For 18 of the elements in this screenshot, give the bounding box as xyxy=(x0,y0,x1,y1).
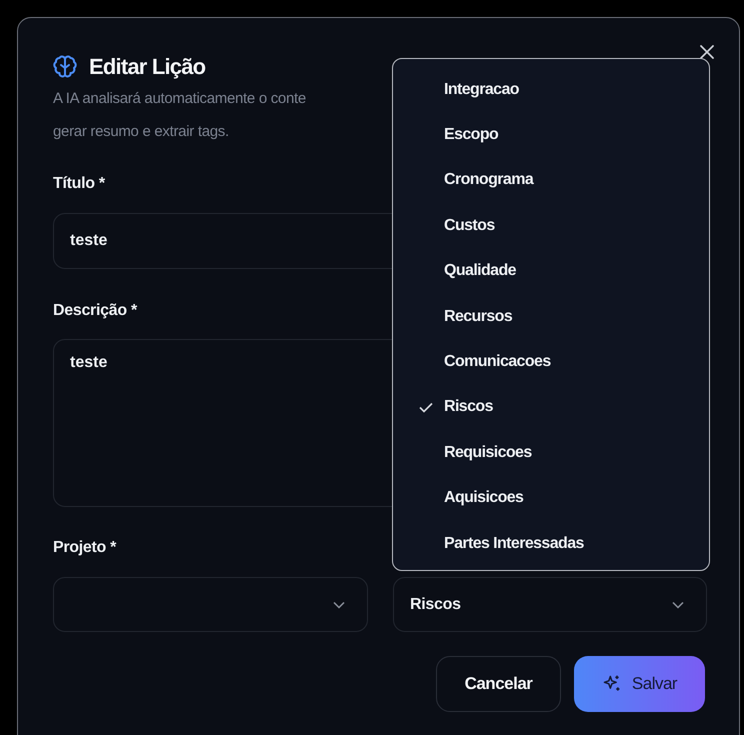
brain-icon xyxy=(53,55,77,79)
menu-item[interactable]: Escopo xyxy=(393,112,709,158)
chevron-down-icon xyxy=(333,600,345,608)
dialog-title: Editar Lição xyxy=(89,54,206,80)
cancel-button[interactable]: Cancelar xyxy=(436,656,561,712)
description-text: A IA analisará automaticamente o conte xyxy=(53,89,306,109)
field-label: Projeto * xyxy=(53,538,116,558)
menu-item[interactable]: Integracao xyxy=(393,67,709,112)
field-label: Título * xyxy=(53,174,105,194)
menu-item[interactable]: Cronograma xyxy=(393,158,709,204)
description-text: gerar resumo e extrair tags. xyxy=(53,122,229,142)
chevron-down-icon xyxy=(672,600,684,608)
category-select[interactable]: Riscos xyxy=(393,577,707,632)
field-label: Descrição * xyxy=(53,301,137,321)
save-button[interactable]: Salvar xyxy=(574,656,705,712)
close-icon[interactable] xyxy=(699,44,715,60)
menu-item[interactable]: Partes Interessadas xyxy=(393,520,709,566)
menu-item[interactable]: Recursos xyxy=(393,294,709,340)
